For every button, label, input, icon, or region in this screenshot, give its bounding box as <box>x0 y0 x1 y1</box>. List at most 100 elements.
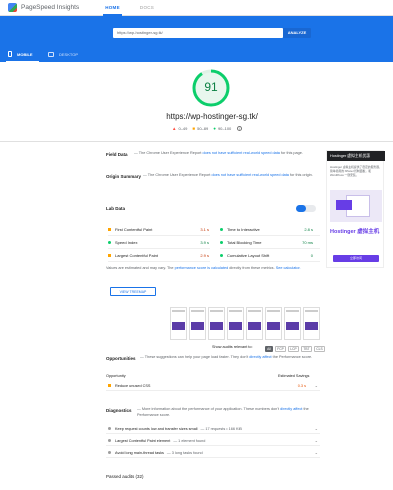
circle-icon <box>108 451 111 454</box>
lab-metric: Largest Contentful Paint <box>108 253 158 258</box>
tab-desktop[interactable]: DESKTOP <box>48 46 78 62</box>
lab-data-title: Lab Data <box>106 206 126 211</box>
chevron-down-icon: ⌄ <box>314 426 318 431</box>
origin-summary-text: — The Chrome User Experience Report does… <box>143 173 313 177</box>
metric-label: Speed Index <box>115 240 138 245</box>
filter-chip-fcp[interactable]: FCP <box>275 346 286 352</box>
triangle-icon: ▲ <box>172 126 177 131</box>
calculator-link[interactable]: See calculator. <box>276 266 301 270</box>
legend-range-good: 90–100 <box>217 126 232 131</box>
url-input[interactable]: https://wp-hostinger-sg.tk/ <box>113 28 283 38</box>
ad-brand: Hostinger 虚拟主机 <box>330 229 380 235</box>
divider <box>0 141 393 142</box>
circle-icon <box>220 254 223 258</box>
diagnostic-row[interactable]: Keep request counts low and transfer siz… <box>106 424 320 434</box>
origin-summary-title: Origin Summary <box>106 174 142 179</box>
diagnostic-row[interactable]: Avoid long main-thread tasks — 3 long tas… <box>106 448 320 458</box>
opportunities-desc: — These suggestions can help your page l… <box>140 355 313 359</box>
filter-chip-tbt[interactable]: TBT <box>301 346 312 352</box>
square-icon <box>108 228 111 232</box>
field-data-title: Field Data <box>106 152 128 157</box>
diagnostic-label: Avoid long main-thread tasks <box>115 450 164 455</box>
filter-chip-all[interactable]: All <box>265 346 273 352</box>
metric-value: 0 <box>310 253 313 258</box>
metric-label: Largest Contentful Paint <box>115 253 158 258</box>
chevron-down-icon: ⌄ <box>314 450 318 455</box>
info-icon[interactable]: i <box>237 126 243 131</box>
metric-divider <box>108 248 210 249</box>
metrics-view-toggle[interactable] <box>296 205 316 212</box>
metric-value: 3.9 s <box>200 240 209 245</box>
metric-label: Total Blocking Time <box>227 240 262 245</box>
diagnostic-label: Keep request counts low and transfer siz… <box>115 426 198 431</box>
lab-metric: Cumulative Layout Shift <box>220 253 269 258</box>
top-bar: PageSpeed Insights HOME DOCS <box>0 0 393 16</box>
opportunities-title: Opportunities <box>106 356 136 361</box>
legend-range-poor: 0–49 <box>178 126 188 131</box>
directly-affect-link[interactable]: directly affect <box>280 407 302 411</box>
origin-summary-link[interactable]: does not have sufficient real-world spee… <box>212 173 289 177</box>
diagnostic-label: Largest Contentful Paint element <box>115 438 171 443</box>
circle-icon: ● <box>213 126 216 131</box>
filter-chip-cls[interactable]: CLS <box>314 346 325 352</box>
filmstrip-frame <box>189 307 206 340</box>
monitor-icon <box>48 51 54 57</box>
opportunity-row[interactable]: Reduce unused CSS 0.3 s ⌄ <box>106 381 320 391</box>
phone-icon <box>8 51 12 57</box>
nav-home[interactable]: HOME <box>103 0 122 16</box>
square-icon: ■ <box>192 126 196 131</box>
nav-docs[interactable]: DOCS <box>140 0 154 16</box>
audits-filter-label: Show audits relevant to: <box>212 345 253 349</box>
tab-desktop-label: DESKTOP <box>59 51 79 57</box>
legend-range-average: 50–89 <box>197 126 209 131</box>
metric-divider <box>220 235 320 236</box>
diagnostics-title: Diagnostics <box>106 408 132 413</box>
opportunity-col-header: Opportunity <box>106 374 126 378</box>
metric-divider <box>108 261 210 262</box>
ad-cta-button[interactable]: 立即访问 <box>333 255 379 262</box>
passed-audits[interactable]: Passed audits (32) <box>106 474 144 479</box>
square-icon <box>108 254 111 258</box>
diagnostic-detail: — 1 element found <box>173 438 206 443</box>
directly-affect-link[interactable]: directly affect <box>249 355 271 359</box>
tested-url: https://wp-hostinger-sg.tk/ <box>166 112 258 121</box>
lab-note: Values are estimated and may vary. The p… <box>106 266 301 270</box>
filmstrip-frame <box>227 307 244 340</box>
chevron-down-icon: ⌄ <box>314 438 318 443</box>
field-data-link[interactable]: does not have sufficient real-world spee… <box>203 151 280 155</box>
filmstrip-frame <box>208 307 225 340</box>
metric-divider <box>220 261 320 262</box>
filmstrip-frame <box>246 307 263 340</box>
metric-label: Time to Interactive <box>227 227 260 232</box>
filmstrip-frame <box>303 307 320 340</box>
circle-icon <box>108 439 111 442</box>
circle-icon <box>108 427 111 430</box>
metric-label: First Contentful Paint <box>115 227 153 232</box>
lab-metric: First Contentful Paint <box>108 227 152 232</box>
lab-metric: Speed Index <box>108 240 137 245</box>
metric-divider <box>108 235 210 236</box>
chevron-down-icon: ⌄ <box>314 383 318 388</box>
score-legend: ▲ 0–49 ■ 50–89 ● 90–100 i <box>167 126 243 131</box>
view-treemap-button[interactable]: VIEW TREEMAP <box>110 287 156 296</box>
circle-icon <box>220 241 223 245</box>
score-calc-link[interactable]: performance score is calculated <box>175 266 229 270</box>
lab-metric: Total Blocking Time <box>220 240 261 245</box>
tab-mobile-label: MOBILE <box>17 51 33 57</box>
circle-icon <box>220 228 223 232</box>
ad-header: Hostinger 虚拟主机优惠 <box>327 151 385 161</box>
metric-value: 70 ms <box>302 240 313 245</box>
metric-value: 2.8 s <box>304 227 313 232</box>
filter-chip-lcp[interactable]: LCP <box>288 346 299 352</box>
ad-body: Hostinger 虚拟主机提供了稳定的服务器，简单易用的 hPanel 控制面… <box>330 165 382 177</box>
diagnostic-row[interactable]: Largest Contentful Paint element — 1 elem… <box>106 436 320 446</box>
app-title: PageSpeed Insights <box>21 4 80 11</box>
filmstrip-frame <box>284 307 301 340</box>
opportunity-savings: 0.3 s <box>297 383 306 388</box>
tab-mobile[interactable]: MOBILE <box>6 46 39 62</box>
sidebar-ad[interactable]: Hostinger 虚拟主机优惠 Hostinger 虚拟主机提供了稳定的服务器… <box>326 150 385 268</box>
analyze-button[interactable]: ANALYZE <box>283 28 311 38</box>
circle-icon <box>108 241 111 245</box>
filmstrip-frame <box>265 307 282 340</box>
metric-label: Cumulative Layout Shift <box>227 253 270 258</box>
